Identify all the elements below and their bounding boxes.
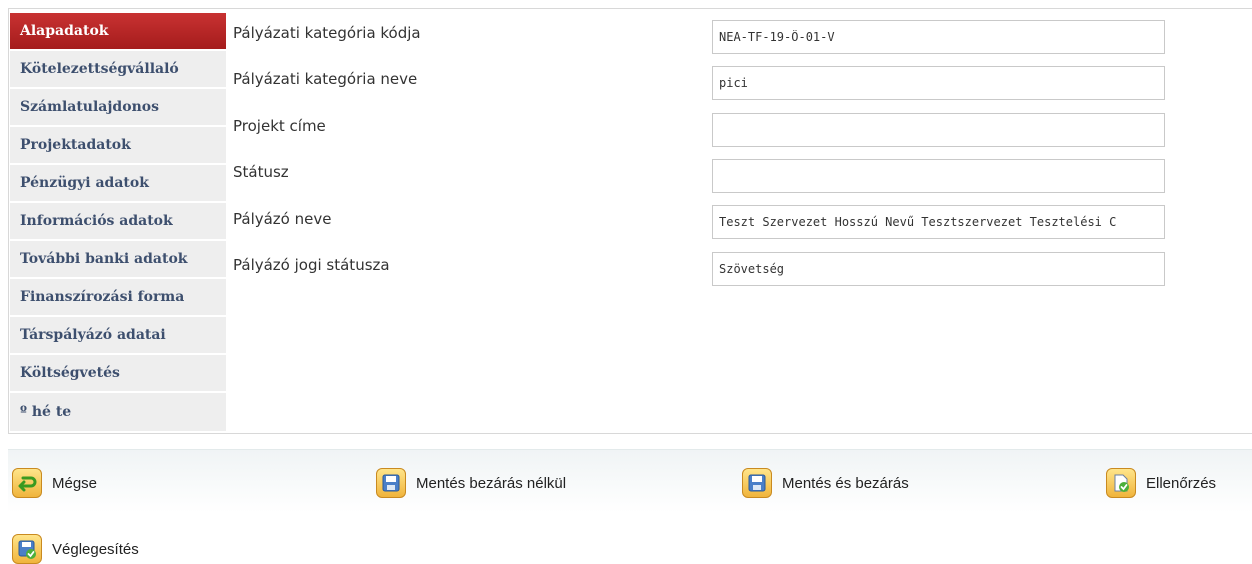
jogi-statusz-input[interactable]: [712, 252, 1165, 286]
projekt-cime-input[interactable]: [712, 113, 1165, 147]
nav-item-kotelezettsegvallalo[interactable]: Kötelezettségvállaló: [10, 51, 226, 87]
label-jogi-statusz: Pályázó jogi státusza: [233, 256, 390, 274]
statusz-input[interactable]: [712, 159, 1165, 193]
nav-item-finanszirozasi-forma[interactable]: Finanszírozási forma: [10, 279, 226, 315]
nav-item-koltsegvetes[interactable]: Költségvetés: [10, 355, 226, 391]
label-palyazo-neve: Pályázó neve: [233, 210, 332, 228]
finalize-button-label: Véglegesítés: [52, 540, 139, 558]
kategoria-kodja-input[interactable]: [712, 20, 1165, 54]
nav-item-tovabbi-banki-adatok[interactable]: További banki adatok: [10, 241, 226, 277]
palyazo-neve-input[interactable]: [712, 205, 1165, 239]
save-no-close-button-label: Mentés bezárás nélkül: [416, 474, 567, 492]
nav-item-penzugyi-adatok[interactable]: Pénzügyi adatok: [10, 165, 226, 201]
nav-item-szamlatulajdonos[interactable]: Számlatulajdonos: [10, 89, 226, 125]
back-arrow-icon: [12, 468, 42, 498]
nav-item-alapadatok[interactable]: Alapadatok: [10, 13, 226, 49]
save-close-button[interactable]: Mentés és bezárás: [742, 468, 909, 498]
floppy-check-icon: [12, 534, 42, 564]
nav-item-he-te[interactable]: º hé te: [10, 393, 226, 431]
action-toolbar: [8, 449, 1252, 564]
save-no-close-button[interactable]: Mentés bezárás nélkül: [376, 468, 566, 498]
nav-item-projektadatok[interactable]: Projektadatok: [10, 127, 226, 163]
finalize-button[interactable]: Véglegesítés: [12, 534, 139, 564]
label-kategoria-neve: Pályázati kategória neve: [233, 70, 418, 88]
save-close-button-label: Mentés és bezárás: [782, 474, 909, 492]
cancel-button[interactable]: Mégse: [12, 468, 97, 498]
nav-item-informacios-adatok[interactable]: Információs adatok: [10, 203, 226, 239]
floppy-disk-icon: [376, 468, 406, 498]
check-button[interactable]: Ellenőrzés: [1106, 468, 1216, 498]
nav-item-tarspalyazo-adatai[interactable]: Társpályázó adatai: [10, 317, 226, 353]
cancel-button-label: Mégse: [52, 474, 98, 492]
label-kategoria-kodja: Pályázati kategória kódja: [233, 24, 421, 42]
label-projekt-cime: Projekt címe: [233, 117, 326, 135]
check-button-label: Ellenőrzés: [1146, 474, 1217, 492]
label-statusz: Státusz: [233, 163, 289, 181]
sidebar-nav: Alapadatok Kötelezettségvállaló Számlatu…: [10, 13, 226, 433]
kategoria-neve-input[interactable]: [712, 66, 1165, 100]
floppy-disk-icon: [742, 468, 772, 498]
document-check-icon: [1106, 468, 1136, 498]
